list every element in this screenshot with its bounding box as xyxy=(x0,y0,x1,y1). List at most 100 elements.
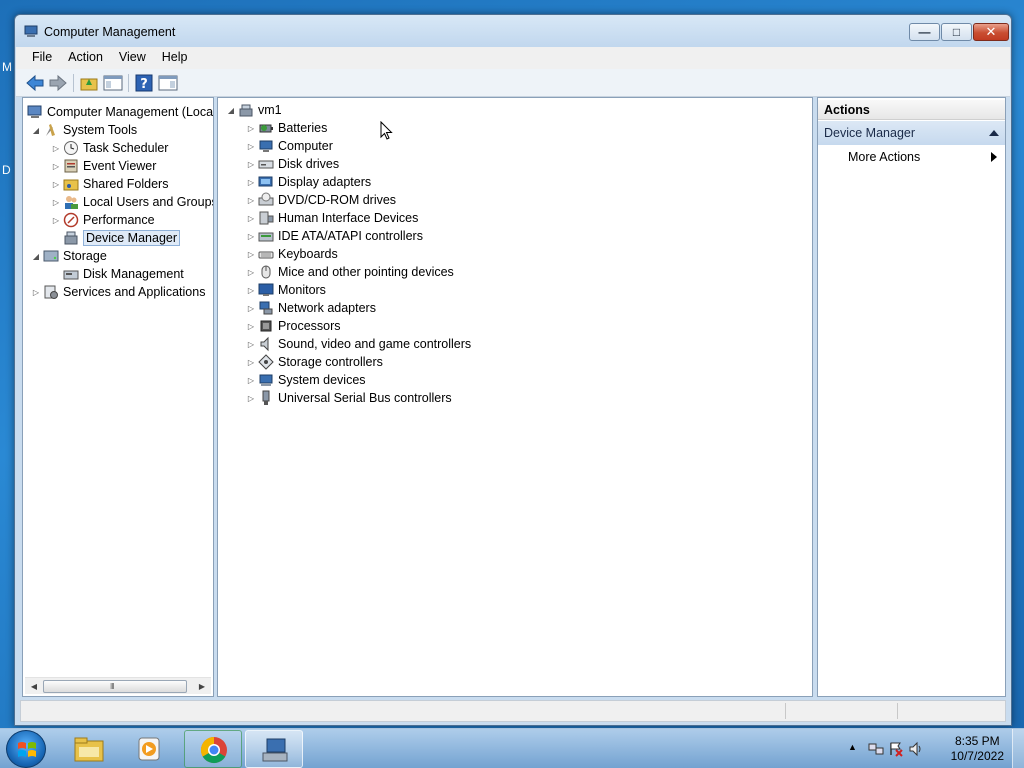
show-hide-action-pane-button[interactable] xyxy=(157,73,179,93)
expand-arrow-icon[interactable]: ▷ xyxy=(246,376,256,385)
device-category-row[interactable]: ▷ Processors xyxy=(246,317,341,335)
expand-arrow-icon[interactable]: ▷ xyxy=(246,358,256,367)
expand-arrow-icon[interactable]: ▷ xyxy=(51,198,61,207)
menu-view[interactable]: View xyxy=(111,47,154,69)
mouse-cursor-icon xyxy=(380,121,393,140)
show-hidden-icons-arrow[interactable]: ▲ xyxy=(848,742,864,758)
volume-icon[interactable] xyxy=(908,741,924,757)
device-category-row[interactable]: ▷ Network adapters xyxy=(246,299,376,317)
device-category-label: DVD/CD-ROM drives xyxy=(278,193,397,207)
expand-arrow-icon[interactable]: ▷ xyxy=(246,214,256,223)
maximize-button[interactable]: □ xyxy=(941,23,972,41)
more-actions-link[interactable]: More Actions xyxy=(848,150,920,164)
tree-item-device-manager[interactable]: Device Manager xyxy=(51,229,181,247)
up-one-level-button[interactable] xyxy=(78,73,100,93)
services-icon xyxy=(43,284,59,300)
device-category-row[interactable]: ▷ Disk drives xyxy=(246,155,339,173)
submenu-arrow-icon[interactable] xyxy=(991,152,997,162)
tree-item-disk-management[interactable]: Disk Management xyxy=(51,265,184,283)
expand-arrow-icon[interactable]: ▷ xyxy=(51,180,61,189)
collapse-arrow-icon[interactable]: ◢ xyxy=(31,252,41,261)
expand-arrow-icon[interactable]: ▷ xyxy=(51,216,61,225)
expand-arrow-icon[interactable]: ▷ xyxy=(246,124,256,133)
show-hide-console-tree-button[interactable] xyxy=(102,73,124,93)
device-category-row[interactable]: ▷ Universal Serial Bus controllers xyxy=(246,389,452,407)
device-category-row[interactable]: ▷ Storage controllers xyxy=(246,353,383,371)
expand-arrow-icon[interactable]: ▷ xyxy=(246,160,256,169)
collapse-arrow-icon[interactable]: ◢ xyxy=(31,126,41,135)
expand-arrow-icon[interactable]: ▷ xyxy=(246,394,256,403)
help-button[interactable]: ? xyxy=(133,73,155,93)
device-category-row[interactable]: ▷ Human Interface Devices xyxy=(246,209,418,227)
actions-section-label: Device Manager xyxy=(824,126,916,140)
device-category-row[interactable]: ▷ IDE ATA/ATAPI controllers xyxy=(246,227,423,245)
taskbar-media-player-button[interactable] xyxy=(120,730,178,768)
tree-item-storage[interactable]: ◢ Storage xyxy=(31,247,107,265)
menu-help[interactable]: Help xyxy=(154,47,196,69)
expand-arrow-icon[interactable]: ▷ xyxy=(51,162,61,171)
desktop-icon-label: D xyxy=(2,163,11,177)
forward-arrow-icon xyxy=(49,74,67,92)
expand-arrow-icon[interactable]: ▷ xyxy=(246,322,256,331)
expand-arrow-icon[interactable]: ▷ xyxy=(246,268,256,277)
tree-item-shared-folders[interactable]: ▷ Shared Folders xyxy=(51,175,169,193)
expand-arrow-icon[interactable]: ▷ xyxy=(246,178,256,187)
taskbar-computer-management-button[interactable] xyxy=(245,730,303,768)
device-category-row[interactable]: ▷ System devices xyxy=(246,371,366,389)
taskbar-explorer-button[interactable] xyxy=(60,730,118,768)
title-bar[interactable]: Computer Management — □ ✕ xyxy=(15,15,1011,47)
clock-time: 8:35 PM xyxy=(954,734,1000,748)
device-category-label: IDE ATA/ATAPI controllers xyxy=(278,229,423,243)
disk-management-icon xyxy=(63,266,79,282)
device-category-row[interactable]: ▷ Monitors xyxy=(246,281,326,299)
clock[interactable]: 8:35 PM 10/7/2022 xyxy=(951,734,1004,764)
close-button[interactable]: ✕ xyxy=(973,23,1009,41)
expand-arrow-icon[interactable]: ▷ xyxy=(246,286,256,295)
menu-file[interactable]: File xyxy=(16,47,60,69)
forward-button[interactable] xyxy=(47,73,69,93)
expand-arrow-icon[interactable]: ▷ xyxy=(51,144,61,153)
tree-item-event-viewer[interactable]: ▷ Event Viewer xyxy=(51,157,157,175)
menu-action[interactable]: Action xyxy=(60,47,111,69)
taskbar-chrome-button[interactable] xyxy=(184,730,242,768)
tree-item-services[interactable]: ▷ Services and Applications xyxy=(31,283,205,301)
tree-item-root[interactable]: Computer Management (Local xyxy=(25,103,213,121)
scroll-thumb[interactable]: III xyxy=(43,680,187,693)
tree-item-performance[interactable]: ▷ Performance xyxy=(51,211,155,229)
device-category-row[interactable]: ▷ Mice and other pointing devices xyxy=(246,263,454,281)
minimize-button[interactable]: — xyxy=(909,23,940,41)
scroll-left-icon[interactable]: ◀ xyxy=(27,680,41,693)
back-button[interactable] xyxy=(24,73,46,93)
device-category-row[interactable]: ▷ Sound, video and game controllers xyxy=(246,335,471,353)
show-desktop-button[interactable] xyxy=(1012,729,1024,768)
tree-item-local-users[interactable]: ▷ Local Users and Groups xyxy=(51,193,213,211)
device-category-row[interactable]: ▷ Batteries xyxy=(246,119,327,137)
expand-arrow-icon[interactable]: ▷ xyxy=(246,232,256,241)
start-button[interactable] xyxy=(6,730,46,768)
action-center-warning-icon[interactable] xyxy=(888,741,904,757)
device-category-row[interactable]: ▷ Computer xyxy=(246,137,333,155)
expand-arrow-icon[interactable]: ▷ xyxy=(246,142,256,151)
network-tray-icon[interactable] xyxy=(868,741,884,757)
expand-arrow-icon[interactable]: ▷ xyxy=(246,250,256,259)
expand-arrow-icon[interactable]: ▷ xyxy=(246,340,256,349)
device-category-row[interactable]: ▷ DVD/CD-ROM drives xyxy=(246,191,396,209)
battery-icon xyxy=(258,120,274,136)
device-tree-root[interactable]: ◢ vm1 xyxy=(226,101,282,119)
horizontal-scrollbar[interactable]: ◀ III ▶ xyxy=(25,677,211,694)
expand-arrow-icon[interactable]: ▷ xyxy=(246,304,256,313)
scroll-right-icon[interactable]: ▶ xyxy=(195,680,209,693)
tree-item-task-scheduler[interactable]: ▷ Task Scheduler xyxy=(51,139,168,157)
expand-arrow-icon[interactable]: ▷ xyxy=(246,196,256,205)
device-category-row[interactable]: ▷ Keyboards xyxy=(246,245,338,263)
actions-section-device-manager[interactable]: Device Manager xyxy=(818,121,1005,145)
collapse-up-icon[interactable] xyxy=(989,130,999,136)
tree-item-system-tools[interactable]: ◢ System Tools xyxy=(31,121,137,139)
menu-bar: File Action View Help xyxy=(16,47,1010,69)
svg-text:?: ? xyxy=(140,77,148,92)
collapse-arrow-icon[interactable]: ◢ xyxy=(226,106,236,115)
processor-icon xyxy=(258,318,274,334)
expand-arrow-icon[interactable]: ▷ xyxy=(31,288,41,297)
device-category-row[interactable]: ▷ Display adapters xyxy=(246,173,371,191)
device-category-label: Batteries xyxy=(278,121,328,135)
